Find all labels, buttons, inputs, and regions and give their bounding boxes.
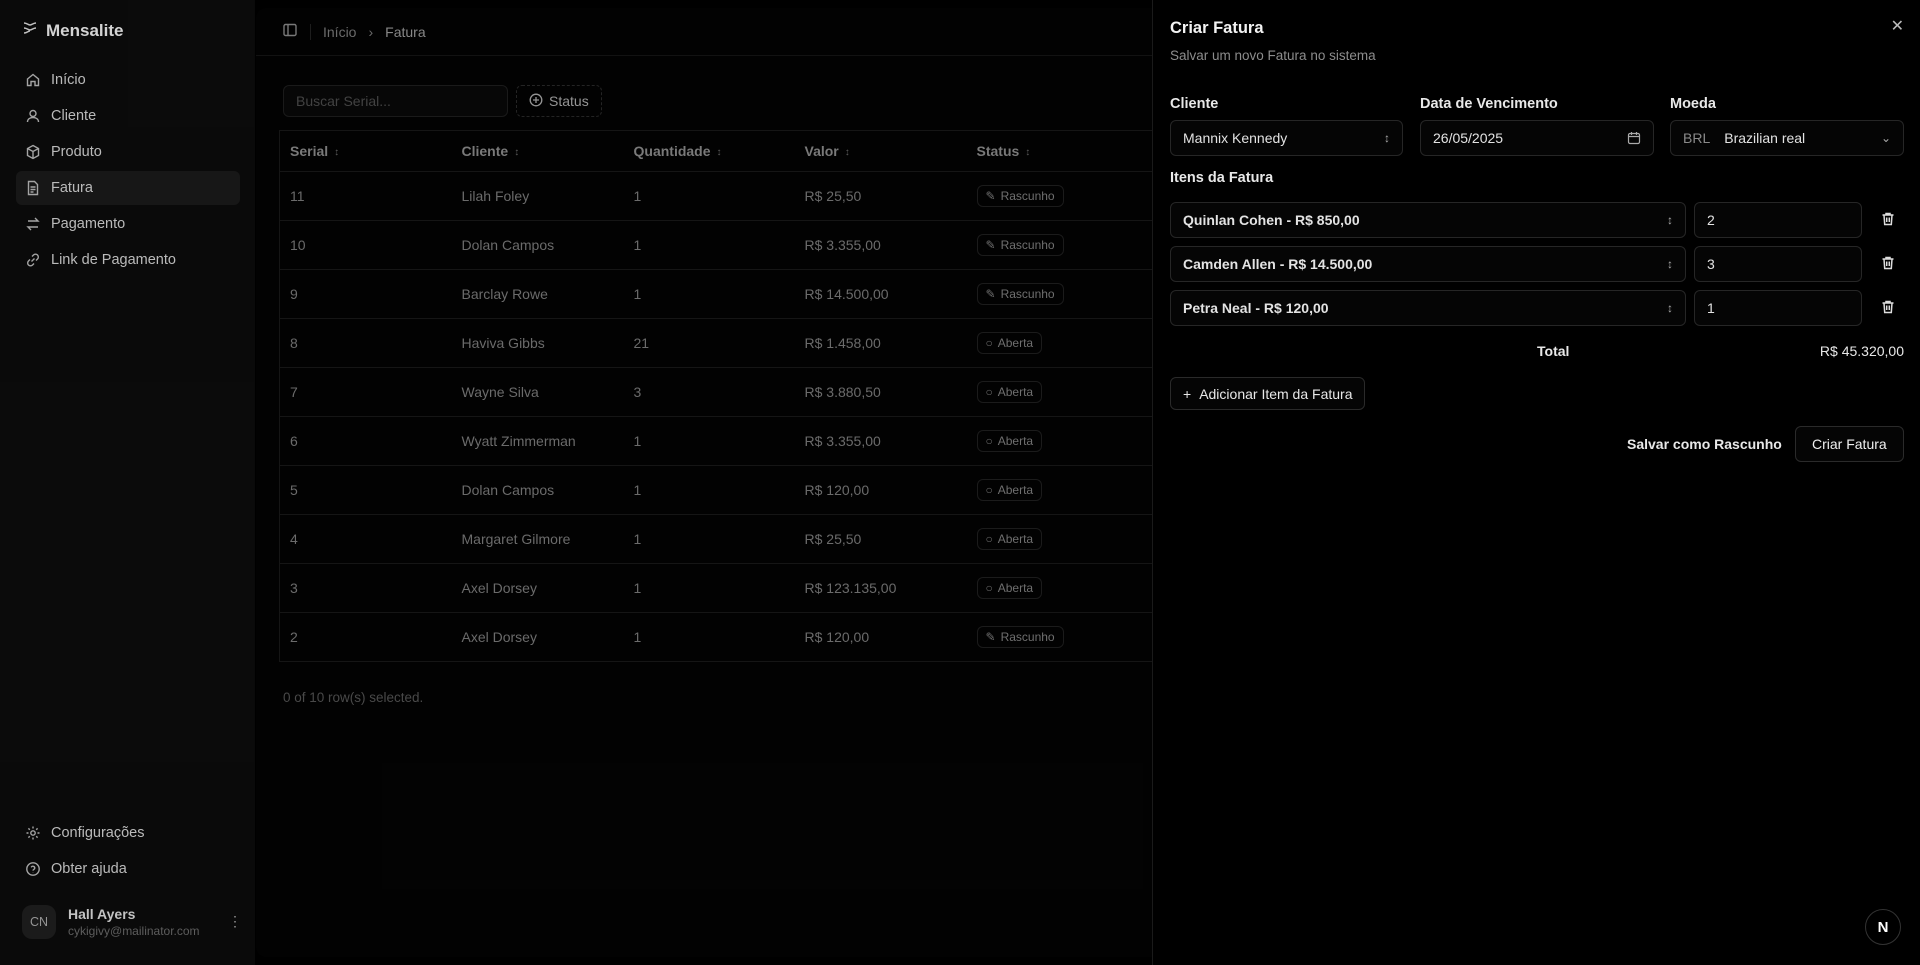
item-quantity-input[interactable] <box>1694 202 1862 238</box>
chevrons-up-down-icon: ↕ <box>1667 301 1673 315</box>
due-date-value: 26/05/2025 <box>1433 130 1504 146</box>
trash-icon[interactable] <box>1880 211 1898 229</box>
plus-icon: + <box>1183 385 1192 402</box>
add-item-label: Adicionar Item da Fatura <box>1199 385 1353 402</box>
due-date-label: Data de Vencimento <box>1420 96 1558 112</box>
currency-select[interactable]: BRL Brazilian real ⌄ <box>1670 120 1904 156</box>
item-product-select[interactable]: Quinlan Cohen - R$ 850,00 ↕ <box>1170 202 1686 238</box>
close-icon[interactable]: ✕ <box>1891 16 1904 36</box>
item-product-value: Petra Neal - R$ 120,00 <box>1183 300 1329 316</box>
drawer-backdrop[interactable] <box>0 0 1152 965</box>
items-label: Itens da Fatura <box>1170 170 1274 186</box>
currency-label: Moeda <box>1670 96 1716 112</box>
item-product-value: Camden Allen - R$ 14.500,00 <box>1183 256 1373 272</box>
chevrons-up-down-icon: ↕ <box>1667 257 1673 271</box>
trash-icon[interactable] <box>1880 255 1898 273</box>
item-product-select[interactable]: Petra Neal - R$ 120,00 ↕ <box>1170 290 1686 326</box>
currency-name: Brazilian real <box>1724 130 1806 146</box>
create-invoice-button[interactable]: Criar Fatura <box>1795 426 1904 462</box>
item-quantity-input[interactable] <box>1694 246 1862 282</box>
chevrons-up-down-icon: ↕ <box>1384 131 1390 145</box>
currency-code: BRL <box>1683 130 1711 146</box>
item-product-value: Quinlan Cohen - R$ 850,00 <box>1183 212 1360 228</box>
dev-tools-badge[interactable]: N <box>1865 909 1901 945</box>
create-invoice-drawer: Criar Fatura Salvar um novo Fatura no si… <box>1152 0 1920 965</box>
item-product-select[interactable]: Camden Allen - R$ 14.500,00 ↕ <box>1170 246 1686 282</box>
add-item-button[interactable]: + Adicionar Item da Fatura <box>1170 377 1366 410</box>
client-select[interactable]: Mannix Kennedy ↕ <box>1170 120 1403 156</box>
client-value: Mannix Kennedy <box>1183 130 1288 146</box>
client-label: Cliente <box>1170 96 1219 112</box>
save-draft-button[interactable]: Salvar como Rascunho <box>1627 426 1782 462</box>
chevron-down-icon: ⌄ <box>1880 131 1891 145</box>
total-label: Total <box>1537 343 1570 359</box>
total-value: R$ 45.320,00 <box>1819 343 1904 359</box>
calendar-icon <box>1627 131 1641 148</box>
trash-icon[interactable] <box>1880 299 1898 317</box>
due-date-picker[interactable]: 26/05/2025 <box>1420 120 1654 156</box>
chevrons-up-down-icon: ↕ <box>1667 213 1673 227</box>
drawer-subtitle: Salvar um novo Fatura no sistema <box>1170 48 1376 63</box>
drawer-title: Criar Fatura <box>1170 19 1264 37</box>
item-quantity-input[interactable] <box>1694 290 1862 326</box>
